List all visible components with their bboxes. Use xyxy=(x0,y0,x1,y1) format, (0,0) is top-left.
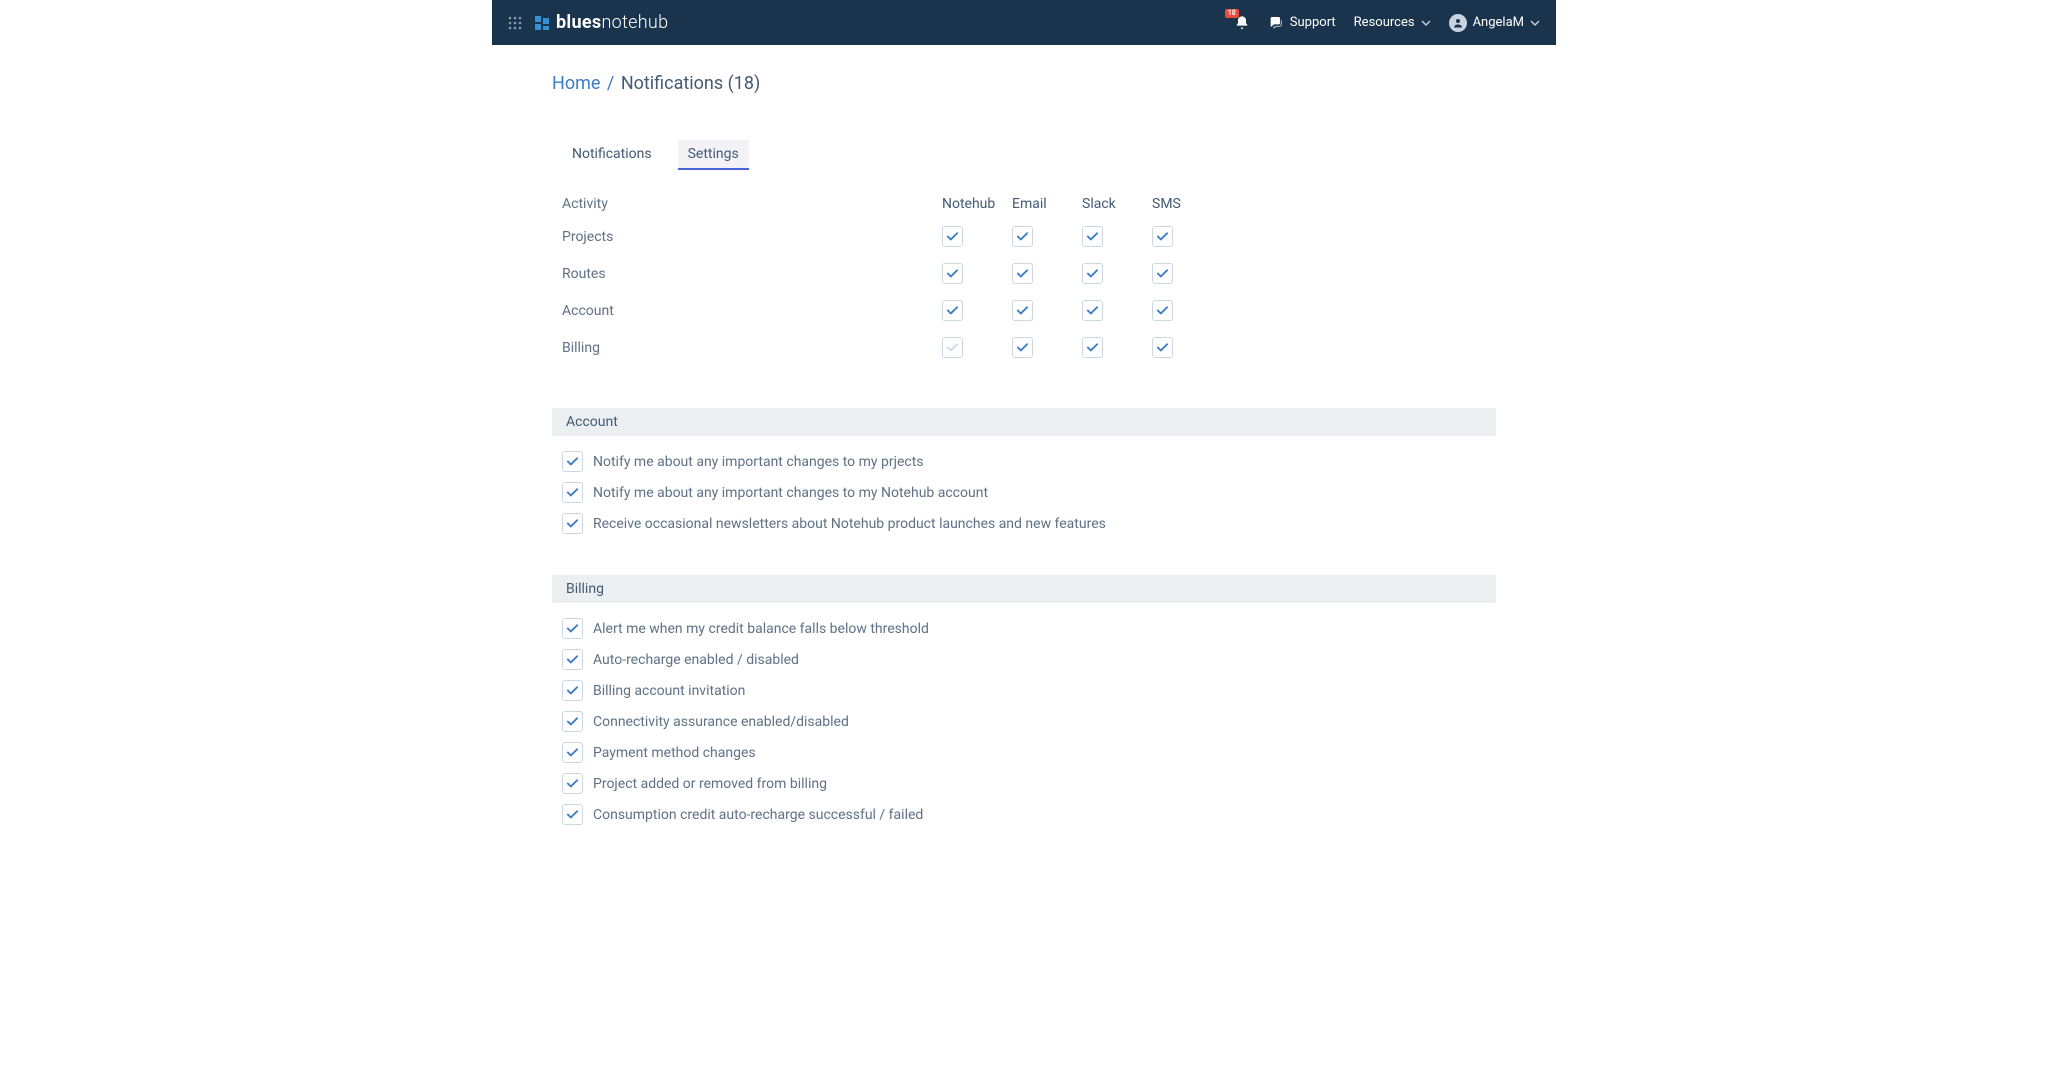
table-row: Billing xyxy=(562,337,1496,358)
breadcrumb: Home / Notifications (18) xyxy=(552,45,1496,118)
option-label: Project added or removed from billing xyxy=(593,776,827,792)
option-label: Receive occasional newsletters about Not… xyxy=(593,516,1106,532)
channel-checkbox[interactable] xyxy=(942,337,963,358)
notification-badge: 18 xyxy=(1225,9,1239,19)
option-label: Billing account invitation xyxy=(593,683,745,699)
channel-checkbox[interactable] xyxy=(1152,337,1173,358)
section-account: Account Notify me about any important ch… xyxy=(552,408,1496,539)
option-checkbox[interactable] xyxy=(562,451,583,472)
breadcrumb-home[interactable]: Home xyxy=(552,73,600,94)
header-right: 18 Support Resources AngelaM xyxy=(1234,14,1540,32)
channel-checkbox[interactable] xyxy=(1012,337,1033,358)
col-slack-header: Slack xyxy=(1082,196,1152,212)
channel-checkbox[interactable] xyxy=(1152,226,1173,247)
chevron-down-icon xyxy=(1530,18,1540,28)
user-menu[interactable]: AngelaM xyxy=(1449,14,1540,32)
logo[interactable]: bluesnotehub xyxy=(532,12,668,33)
page-content: Home / Notifications (18) Notifications … xyxy=(492,45,1556,830)
chevron-down-icon xyxy=(1421,18,1431,28)
section-account-header: Account xyxy=(552,408,1496,436)
section-billing-header: Billing xyxy=(552,575,1496,603)
support-link[interactable]: Support xyxy=(1268,15,1336,31)
channel-checkbox[interactable] xyxy=(1082,263,1103,284)
option-checkbox[interactable] xyxy=(562,742,583,763)
option-row: Receive occasional newsletters about Not… xyxy=(552,508,1496,539)
notifications-bell[interactable]: 18 xyxy=(1234,15,1250,31)
option-row: Connectivity assurance enabled/disabled xyxy=(552,706,1496,737)
option-row: Alert me when my credit balance falls be… xyxy=(552,613,1496,644)
option-label: Notify me about any important changes to… xyxy=(593,485,988,501)
option-row: Consumption credit auto-recharge success… xyxy=(552,799,1496,830)
top-nav: bluesnotehub 18 Support Resources Ange xyxy=(492,0,1556,45)
activity-label: Routes xyxy=(562,266,942,282)
option-label: Payment method changes xyxy=(593,745,756,761)
support-label: Support xyxy=(1290,15,1336,30)
activity-channels-table: Activity Notehub Email Slack SMS Project… xyxy=(552,196,1496,358)
option-label: Consumption credit auto-recharge success… xyxy=(593,807,923,823)
option-checkbox[interactable] xyxy=(562,618,583,639)
col-notehub-header: Notehub xyxy=(942,196,1012,212)
col-email-header: Email xyxy=(1012,196,1082,212)
tab-settings[interactable]: Settings xyxy=(678,140,749,170)
channel-checkbox[interactable] xyxy=(1152,300,1173,321)
tab-notifications[interactable]: Notifications xyxy=(562,140,662,170)
breadcrumb-separator: / xyxy=(607,73,614,94)
option-label: Alert me when my credit balance falls be… xyxy=(593,621,929,637)
table-row: Projects xyxy=(562,226,1496,247)
avatar-icon xyxy=(1449,14,1467,32)
col-sms-header: SMS xyxy=(1152,196,1222,212)
channel-checkbox[interactable] xyxy=(1082,226,1103,247)
channel-checkbox[interactable] xyxy=(1012,226,1033,247)
activity-label: Billing xyxy=(562,340,942,356)
section-billing: Billing Alert me when my credit balance … xyxy=(552,575,1496,830)
channel-checkbox[interactable] xyxy=(1012,300,1033,321)
channel-checkbox[interactable] xyxy=(1012,263,1033,284)
table-row: Routes xyxy=(562,263,1496,284)
username-label: AngelaM xyxy=(1473,15,1524,30)
resources-menu[interactable]: Resources xyxy=(1354,15,1431,30)
option-row: Billing account invitation xyxy=(552,675,1496,706)
channel-checkbox[interactable] xyxy=(942,226,963,247)
channel-checkbox[interactable] xyxy=(942,263,963,284)
logo-text: bluesnotehub xyxy=(556,12,668,33)
option-row: Notify me about any important changes to… xyxy=(552,446,1496,477)
option-label: Auto-recharge enabled / disabled xyxy=(593,652,799,668)
option-row: Auto-recharge enabled / disabled xyxy=(552,644,1496,675)
channel-checkbox[interactable] xyxy=(1082,337,1103,358)
channel-checkbox[interactable] xyxy=(1082,300,1103,321)
apps-grid-icon[interactable] xyxy=(508,16,522,30)
option-checkbox[interactable] xyxy=(562,680,583,701)
activity-label: Projects xyxy=(562,229,942,245)
option-checkbox[interactable] xyxy=(562,804,583,825)
option-label: Connectivity assurance enabled/disabled xyxy=(593,714,849,730)
option-checkbox[interactable] xyxy=(562,482,583,503)
option-label: Notify me about any important changes to… xyxy=(593,454,924,470)
logo-icon xyxy=(532,13,552,33)
table-row: Account xyxy=(562,300,1496,321)
option-row: Notify me about any important changes to… xyxy=(552,477,1496,508)
header-left: bluesnotehub xyxy=(508,12,668,33)
col-activity-header: Activity xyxy=(562,196,942,212)
breadcrumb-current: Notifications (18) xyxy=(621,73,760,94)
tabs: Notifications Settings xyxy=(552,140,1496,170)
option-row: Payment method changes xyxy=(552,737,1496,768)
option-row: Project added or removed from billing xyxy=(552,768,1496,799)
activity-label: Account xyxy=(562,303,942,319)
channel-checkbox[interactable] xyxy=(942,300,963,321)
table-header-row: Activity Notehub Email Slack SMS xyxy=(562,196,1496,212)
resources-label: Resources xyxy=(1354,15,1415,30)
option-checkbox[interactable] xyxy=(562,773,583,794)
channel-checkbox[interactable] xyxy=(1152,263,1173,284)
option-checkbox[interactable] xyxy=(562,513,583,534)
option-checkbox[interactable] xyxy=(562,649,583,670)
chat-icon xyxy=(1268,15,1284,31)
option-checkbox[interactable] xyxy=(562,711,583,732)
